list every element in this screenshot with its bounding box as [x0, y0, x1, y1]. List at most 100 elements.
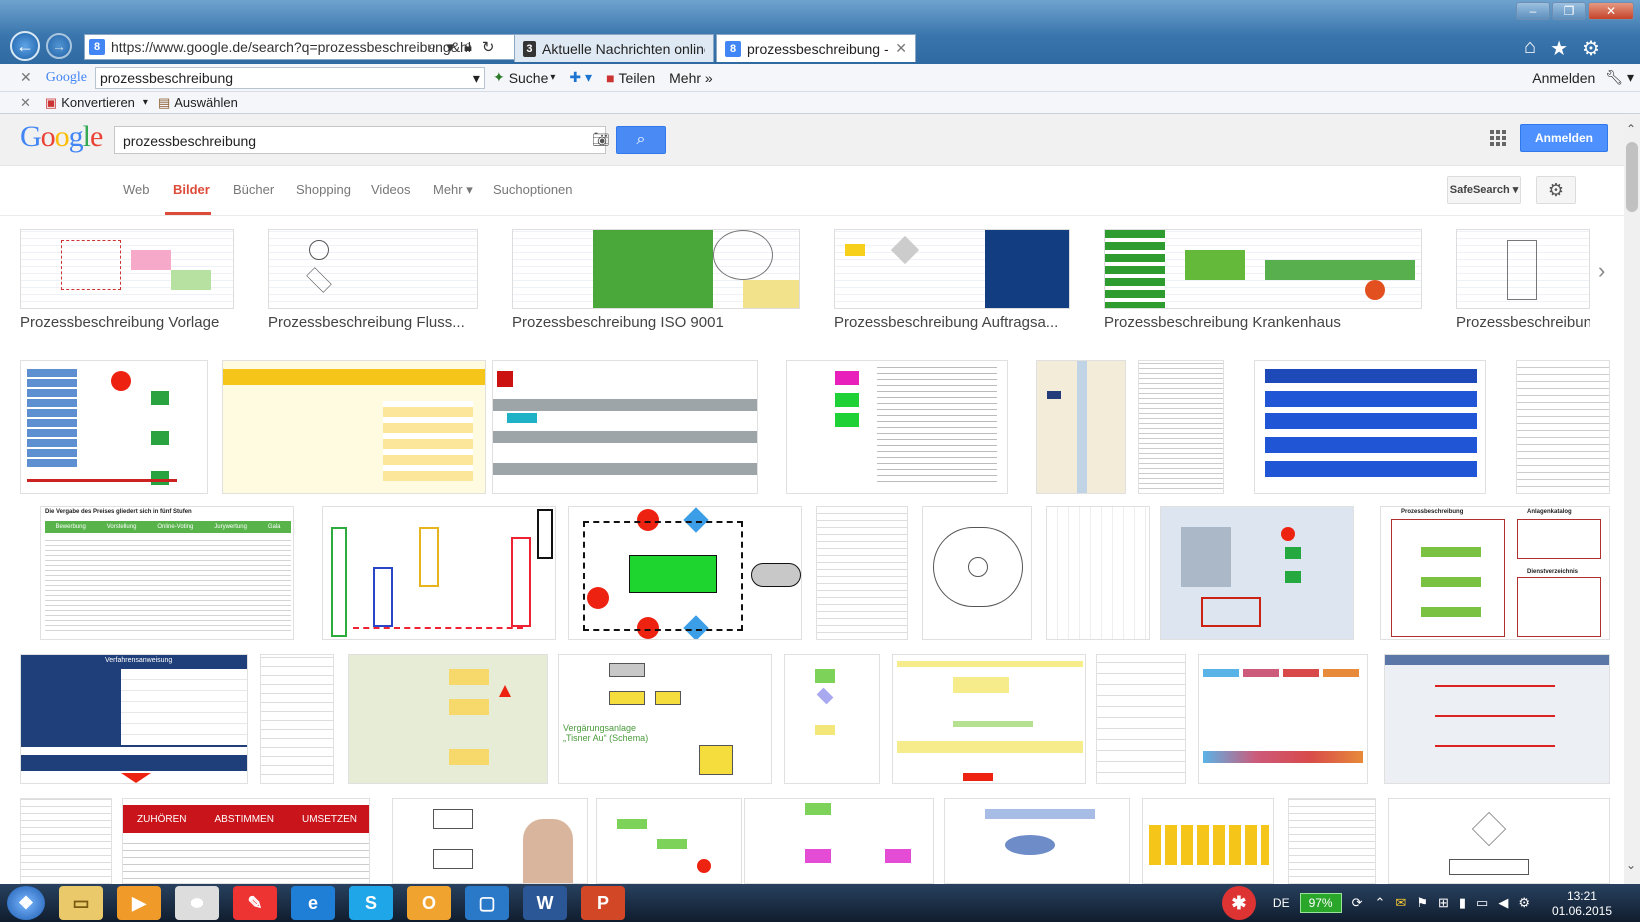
close-toolbar-icon[interactable]: ✕ [20, 95, 31, 111]
chrome-icon[interactable] [175, 886, 219, 920]
tray-app-icon[interactable]: ✱ [1221, 886, 1256, 920]
explorer-icon[interactable]: ▭ [59, 886, 103, 920]
image-result[interactable] [1288, 798, 1376, 884]
search-input[interactable]: prozessbeschreibung [114, 126, 606, 154]
related-label[interactable]: Prozessbeschreibung Auftragsa... [834, 314, 1070, 331]
image-result[interactable] [260, 654, 334, 784]
related-search-5[interactable] [1104, 229, 1422, 309]
related-search-3[interactable] [512, 229, 800, 309]
image-result[interactable]: Vergärungsanlage „Tisner Au“ (Schema) [558, 654, 772, 784]
flag-icon[interactable]: ⚑ [1416, 895, 1428, 911]
app-icon[interactable]: ✎ [233, 886, 277, 920]
minimize-icon[interactable]: – [1516, 2, 1550, 20]
image-result[interactable]: Die Vergabe des Preises gliedert sich in… [40, 506, 294, 640]
image-result[interactable] [944, 798, 1130, 884]
outlook-icon[interactable]: O [407, 886, 451, 920]
internet-explorer-icon[interactable]: e [291, 886, 335, 920]
power-icon[interactable]: ▭ [1476, 895, 1488, 911]
close-window-icon[interactable]: ✕ [1588, 2, 1634, 20]
battery-indicator[interactable]: 97% [1299, 893, 1342, 913]
image-result[interactable] [20, 360, 208, 494]
scroll-up-icon[interactable]: ⌃ [1626, 122, 1636, 136]
related-search-1[interactable] [20, 229, 234, 309]
network-icon[interactable]: ▮ [1459, 895, 1466, 911]
image-result[interactable] [1046, 506, 1150, 640]
image-result[interactable] [1198, 654, 1368, 784]
search-query[interactable]: prozessbeschreibung [123, 133, 256, 149]
tab-news[interactable]: 3 Aktuelle Nachrichten online - F... [514, 34, 714, 62]
related-search-6[interactable] [1456, 229, 1590, 309]
image-result[interactable]: Prozessbeschreibung Anlagenkatalog Diens… [1380, 506, 1610, 640]
related-label[interactable]: Prozessbeschreibung ISO 9001 [512, 314, 800, 331]
more-button[interactable]: Mehr » [669, 70, 713, 86]
image-result[interactable] [222, 360, 486, 494]
image-result[interactable] [1384, 654, 1610, 784]
related-label[interactable]: Prozessbeschreibung Vorlage [20, 314, 234, 331]
tab-web[interactable]: Web [123, 182, 150, 197]
close-tab-icon[interactable]: ✕ [895, 40, 907, 57]
star-icon[interactable]: ★ [1550, 36, 1568, 61]
signin-button[interactable]: Anmelden [1520, 124, 1608, 152]
image-result[interactable] [922, 506, 1032, 640]
image-result[interactable] [784, 654, 880, 784]
message-icon[interactable]: ✉ [1395, 895, 1406, 911]
image-result[interactable] [786, 360, 1008, 494]
scroll-down-icon[interactable]: ⌄ [1626, 858, 1636, 872]
volume-icon[interactable]: ◀ [1498, 895, 1508, 911]
toolbar-query[interactable]: prozessbeschreibung [100, 70, 233, 86]
camera-icon[interactable]: 📷︎ [592, 131, 610, 148]
system-clock[interactable]: 13:21 01.06.2015 [1552, 889, 1612, 919]
skype-icon[interactable]: S [349, 886, 393, 920]
home-icon[interactable]: ⌂ [1524, 36, 1536, 61]
image-result[interactable] [1138, 360, 1224, 494]
dropdown-icon[interactable]: ▾ [446, 38, 454, 56]
image-result[interactable] [492, 360, 758, 494]
tab-google-images[interactable]: 8 prozessbeschreibung - Goo... ✕ [716, 34, 916, 62]
related-label[interactable]: Prozessbeschreibung QI [1456, 314, 1590, 331]
forward-button[interactable]: → [46, 33, 72, 59]
related-search-2[interactable] [268, 229, 478, 309]
media-player-icon[interactable]: ▶ [117, 886, 161, 920]
convert-button[interactable]: Konvertieren [61, 95, 135, 110]
image-result[interactable] [568, 506, 802, 640]
image-result[interactable] [348, 654, 548, 784]
image-result[interactable] [1254, 360, 1486, 494]
image-result[interactable]: Verfahrensanweisung [20, 654, 248, 784]
word-icon[interactable]: W [523, 886, 567, 920]
tray-extra-icon[interactable]: ⚙ [1518, 895, 1530, 911]
tab-shopping[interactable]: Shopping [296, 182, 351, 197]
select-button[interactable]: Auswählen [174, 95, 238, 110]
apps-grid-icon[interactable] [1490, 130, 1506, 146]
toolbar-search-button[interactable]: Suche [509, 70, 549, 86]
image-result[interactable] [1142, 798, 1274, 884]
windows-icon[interactable]: ⊞ [1438, 895, 1449, 911]
safesearch-button[interactable]: SafeSearch ▾ [1447, 176, 1521, 204]
tab-images[interactable]: Bilder [173, 182, 210, 197]
image-result[interactable] [744, 798, 934, 884]
start-button-icon[interactable]: ❖ [7, 886, 45, 920]
image-result[interactable] [322, 506, 556, 640]
search-button[interactable]: ⌕ [616, 126, 666, 154]
tab-books[interactable]: Bücher [233, 182, 274, 197]
scrollbar-thumb[interactable] [1626, 142, 1638, 212]
tab-search-tools[interactable]: Suchoptionen [493, 182, 573, 197]
related-label[interactable]: Prozessbeschreibung Fluss... [268, 314, 478, 331]
related-label[interactable]: Prozessbeschreibung Krankenhaus [1104, 314, 1422, 331]
image-result[interactable] [20, 798, 112, 884]
image-result[interactable]: ZUHÖREN ABSTIMMEN UMSETZEN [122, 798, 370, 884]
image-result[interactable] [392, 798, 588, 884]
powerpoint-icon[interactable]: P [581, 886, 625, 920]
search-icon[interactable]: ⌕ [428, 38, 436, 56]
chevron-down-icon[interactable]: ▾ [550, 72, 555, 83]
image-result[interactable] [1160, 506, 1354, 640]
toolbar-signin[interactable]: Anmelden [1532, 70, 1595, 86]
toolbar-search-input[interactable]: prozessbeschreibung ▾ [94, 66, 485, 89]
page-scrollbar[interactable] [1624, 118, 1640, 884]
gear-icon[interactable]: ⚙ [1582, 36, 1600, 61]
tab-more[interactable]: Mehr ▾ [433, 182, 473, 198]
puzzle-icon[interactable]: ✚ ▾ [569, 69, 592, 86]
chevron-right-icon[interactable]: › [1598, 258, 1605, 284]
sync-icon[interactable]: ⟳ [1352, 895, 1363, 911]
related-search-4[interactable] [834, 229, 1070, 309]
google-logo[interactable]: Google [20, 120, 103, 154]
